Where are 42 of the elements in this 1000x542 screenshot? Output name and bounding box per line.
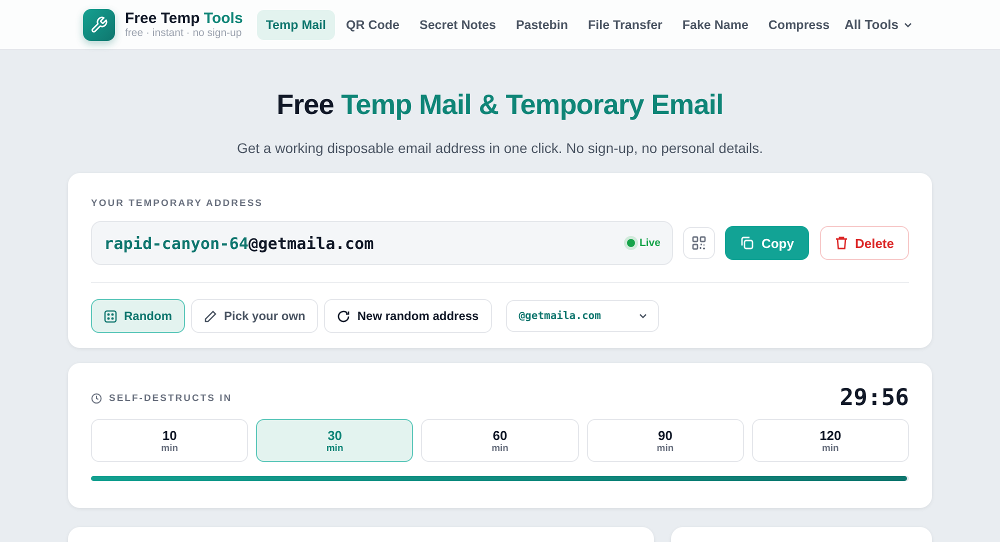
section-label: SELF-DESTRUCTS IN <box>109 392 232 404</box>
address-local-part: rapid-canyon-64 <box>104 234 248 252</box>
duration-option[interactable]: 90 min <box>586 419 744 462</box>
brand-tagline: free · instant · no sign-up <box>125 27 243 39</box>
countdown: 29:56 <box>840 385 909 411</box>
copy-icon <box>740 236 754 250</box>
trash-icon <box>834 236 848 250</box>
duration-option[interactable]: 120 min <box>752 419 910 462</box>
all-tools-menu[interactable]: All Tools <box>838 16 920 33</box>
address-domain: @getmaila.com <box>248 234 374 252</box>
delete-button[interactable]: Delete <box>820 226 909 260</box>
clock-icon <box>91 392 102 404</box>
mode-toggle[interactable]: Random <box>91 299 185 333</box>
nav-tab[interactable]: Secret Notes <box>410 10 505 40</box>
grid-icon <box>104 310 117 322</box>
domain-dropdown[interactable]: @getmaila.com <box>506 300 659 332</box>
qr-code-button[interactable] <box>683 227 716 259</box>
nav-tab[interactable]: File Transfer <box>579 10 672 40</box>
address-field[interactable]: rapid-canyon-64@getmaila.com Live <box>91 221 674 265</box>
brand-name: Free Temp <box>125 10 200 27</box>
refresh-icon <box>337 310 350 322</box>
nav-tab[interactable]: Compress <box>759 10 839 40</box>
duration-option[interactable]: 30 min <box>256 419 414 462</box>
wrench-icon[interactable] <box>83 8 115 40</box>
duration-option[interactable]: 10 min <box>91 419 248 462</box>
nav-tab[interactable]: Temp Mail <box>256 10 336 40</box>
status-dot <box>627 239 636 247</box>
nav-tab[interactable]: Fake Name <box>673 10 758 40</box>
nav-tab[interactable]: Pastebin <box>506 10 578 40</box>
new-random-address-button[interactable]: New random address <box>324 299 492 333</box>
hero-subtitle: Get a working disposable email address in one click. No sign-up, no personal details. <box>236 140 764 156</box>
section-label: YOUR TEMPORARY ADDRESS <box>91 198 263 209</box>
chevron-down-icon <box>638 311 648 321</box>
status-text: Live <box>639 237 660 249</box>
hero-title-accent: Temp Mail & Temporary Email <box>341 89 724 120</box>
brand-name-accent: Tools <box>204 10 243 27</box>
duration-option[interactable]: 60 min <box>421 419 579 462</box>
qr-code-icon <box>692 236 706 250</box>
mode-toggle[interactable]: Pick your own <box>191 299 318 333</box>
pencil-icon <box>204 310 217 322</box>
hero-title: Free <box>276 89 334 120</box>
nav-tab[interactable]: QR Code <box>337 10 408 40</box>
